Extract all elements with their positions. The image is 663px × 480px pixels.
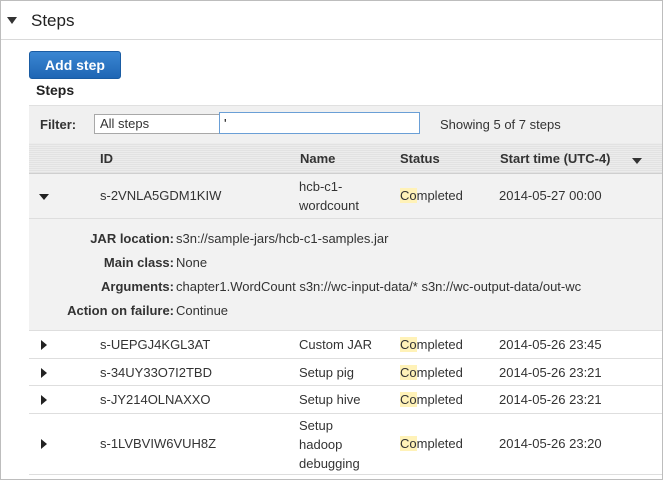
- section-title: Steps: [31, 11, 75, 30]
- step-name-line: Setup: [299, 418, 333, 433]
- expand-row-icon[interactable]: [41, 340, 47, 350]
- step-name: Setup hadoop debugging: [299, 416, 360, 473]
- step-name-line: debugging: [299, 456, 360, 471]
- table-row[interactable]: s-UEPGJ4KGL3AT Custom JAR Completed 2014…: [29, 331, 662, 359]
- status-search-highlight: Co: [400, 392, 417, 407]
- steps-panel: Steps Add step Steps Filter: All steps S…: [0, 0, 663, 480]
- arguments-label: Arguments:: [101, 279, 174, 294]
- step-name: hcb-c1- wordcount: [299, 177, 359, 215]
- step-status: Completed: [400, 186, 463, 205]
- step-id: s-UEPGJ4KGL3AT: [100, 337, 211, 352]
- status-text: mpleted: [416, 188, 463, 203]
- column-header-status[interactable]: Status: [400, 151, 440, 166]
- step-start-time: 2014-05-27 00:00: [499, 188, 602, 203]
- expand-row-icon[interactable]: [41, 368, 47, 378]
- step-id: s-34UY33O7I2TBD: [100, 365, 212, 380]
- column-header-name[interactable]: Name: [300, 151, 335, 166]
- filter-bar: Filter: All steps Showing 5 of 7 steps: [29, 105, 662, 144]
- step-name: Setup hive: [299, 392, 361, 407]
- step-status: Completed: [400, 363, 463, 382]
- expand-row-icon[interactable]: [41, 395, 47, 405]
- sort-descending-icon[interactable]: [632, 158, 642, 164]
- table-row[interactable]: s-1LVBVIW6VUH8Z Setup hadoop debugging C…: [29, 414, 662, 475]
- status-search-highlight: Co: [400, 365, 417, 380]
- status-search-highlight: Co: [400, 436, 417, 451]
- action-on-failure-value: Continue: [176, 303, 229, 318]
- step-start-time: 2014-05-26 23:21: [499, 365, 602, 380]
- step-start-time: 2014-05-26 23:21: [499, 392, 602, 407]
- filter-label: Filter:: [40, 117, 77, 132]
- step-status: Completed: [400, 335, 463, 354]
- table-row[interactable]: s-JY214OLNAXXO Setup hive Completed 2014…: [29, 386, 662, 414]
- table-header: ID Name Status Start time (UTC-4): [29, 143, 662, 174]
- step-name: Setup pig: [299, 365, 354, 380]
- action-on-failure-label: Action on failure:: [67, 303, 174, 318]
- step-status: Completed: [400, 390, 463, 409]
- main-class-label: Main class:: [103, 255, 174, 270]
- column-header-start-time[interactable]: Start time (UTC-4): [500, 151, 611, 166]
- main-class-value: None: [176, 255, 208, 270]
- step-id: s-JY214OLNAXXO: [100, 392, 211, 407]
- step-id: s-1LVBVIW6VUH8Z: [100, 436, 217, 451]
- filter-select-value: All steps: [100, 116, 150, 131]
- status-text: mpleted: [416, 436, 463, 451]
- jar-location-value: s3n://sample-jars/hcb-c1-samples.jar: [176, 231, 389, 246]
- status-text: mpleted: [416, 365, 463, 380]
- table-row[interactable]: s-34UY33O7I2TBD Setup pig Completed 2014…: [29, 359, 662, 386]
- status-text: mpleted: [416, 392, 463, 407]
- status-search-highlight: Co: [400, 188, 417, 203]
- step-start-time: 2014-05-26 23:45: [499, 337, 602, 352]
- step-status: Completed: [400, 434, 463, 453]
- collapse-row-icon[interactable]: [39, 194, 49, 200]
- step-id: s-2VNLA5GDM1KIW: [100, 188, 222, 203]
- showing-count: Showing 5 of 7 steps: [440, 117, 561, 132]
- step-name-line: hadoop: [299, 437, 343, 452]
- step-start-time: 2014-05-26 23:20: [499, 436, 602, 451]
- steps-table-title: Steps: [36, 82, 75, 98]
- filter-text-input[interactable]: [219, 112, 420, 134]
- column-header-id[interactable]: ID: [100, 151, 113, 166]
- status-search-highlight: Co: [400, 337, 417, 352]
- step-name-line: wordcount: [299, 198, 359, 213]
- arguments-value: chapter1.WordCount s3n://wc-input-data/*…: [176, 279, 582, 294]
- step-name: Custom JAR: [299, 337, 372, 352]
- step-name-line: hcb-c1-: [299, 179, 343, 194]
- collapse-arrow-icon[interactable]: [7, 17, 17, 24]
- jar-location-label: JAR location:: [90, 231, 174, 246]
- steps-section-header[interactable]: Steps: [1, 1, 662, 40]
- status-text: mpleted: [416, 337, 463, 352]
- expand-row-icon[interactable]: [41, 439, 47, 449]
- table-row[interactable]: s-2VNLA5GDM1KIW hcb-c1- wordcount Comple…: [29, 174, 662, 219]
- add-step-button[interactable]: Add step: [29, 51, 121, 79]
- step-details: JAR location: s3n://sample-jars/hcb-c1-s…: [29, 219, 662, 331]
